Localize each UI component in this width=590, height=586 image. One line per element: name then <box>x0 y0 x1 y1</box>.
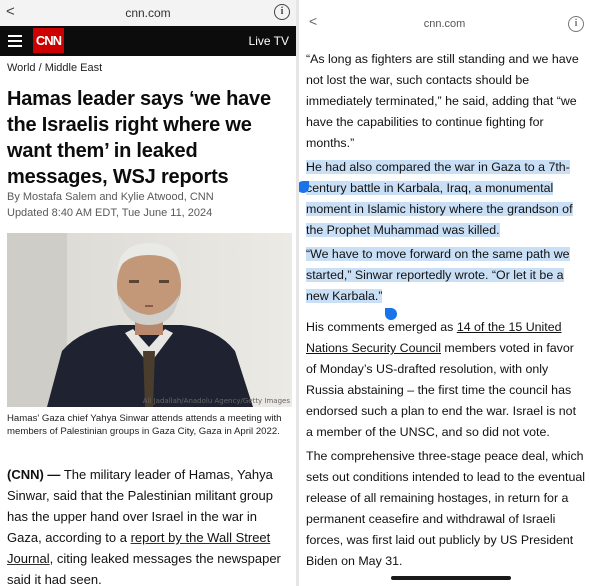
paragraph-selected: “We have to move forward on the same pat… <box>306 244 585 307</box>
body-text: members voted in favor of Monday’s US-dr… <box>306 341 577 439</box>
dateline: (CNN) — <box>7 467 61 482</box>
browser-url-bar: < cnn.com i <box>299 0 590 32</box>
menu-icon[interactable] <box>8 35 22 50</box>
headline: Hamas leader says ‘we have the Israelis … <box>7 88 271 188</box>
info-icon[interactable]: i <box>568 16 584 32</box>
article-photo: Ali Jadallah/Anadolu Agency/Getty Images <box>7 233 292 407</box>
byline: By Mostafa Salem and Kylie Atwood, CNN U… <box>7 189 214 221</box>
photo-caption: Hamas' Gaza chief Yahya Sinwar attends a… <box>7 413 282 437</box>
photo-credit: Ali Jadallah/Anadolu Agency/Getty Images <box>143 397 291 405</box>
info-icon[interactable]: i <box>274 4 290 20</box>
paragraph: “As long as fighters are still standing … <box>306 52 579 150</box>
cnn-logo[interactable]: CNN <box>33 28 64 53</box>
right-screen: < cnn.com i “As long as fighters are sti… <box>299 0 590 586</box>
home-indicator[interactable] <box>391 576 511 580</box>
url-text[interactable]: cnn.com <box>299 18 590 30</box>
paragraph-selected: He had also compared the war in Gaza to … <box>306 157 585 241</box>
paragraph: The comprehensive three-stage peace deal… <box>306 449 585 568</box>
article-body: (CNN) — The military leader of Hamas, Ya… <box>7 464 292 586</box>
browser-url-bar: < cnn.com i <box>0 0 296 26</box>
selected-text[interactable]: He had also compared the war in Gaza to … <box>306 160 573 237</box>
authors[interactable]: By Mostafa Salem and Kylie Atwood, CNN <box>7 189 214 205</box>
breadcrumb[interactable]: World / Middle East <box>7 62 102 74</box>
selection-end-handle[interactable] <box>385 308 397 320</box>
cnn-nav-bar: CNN Live TV <box>0 26 296 56</box>
selected-text[interactable]: “We have to move forward on the same pat… <box>306 247 570 303</box>
left-screen: < cnn.com i CNN Live TV World / Middle E… <box>0 0 296 586</box>
body-text: His comments emerged as <box>306 320 457 334</box>
live-tv-link[interactable]: Live TV <box>249 34 289 48</box>
updated-timestamp: Updated 8:40 AM EDT, Tue June 11, 2024 <box>7 207 213 219</box>
paragraph: His comments emerged as 14 of the 15 Uni… <box>306 317 585 443</box>
url-text[interactable]: cnn.com <box>0 6 296 20</box>
